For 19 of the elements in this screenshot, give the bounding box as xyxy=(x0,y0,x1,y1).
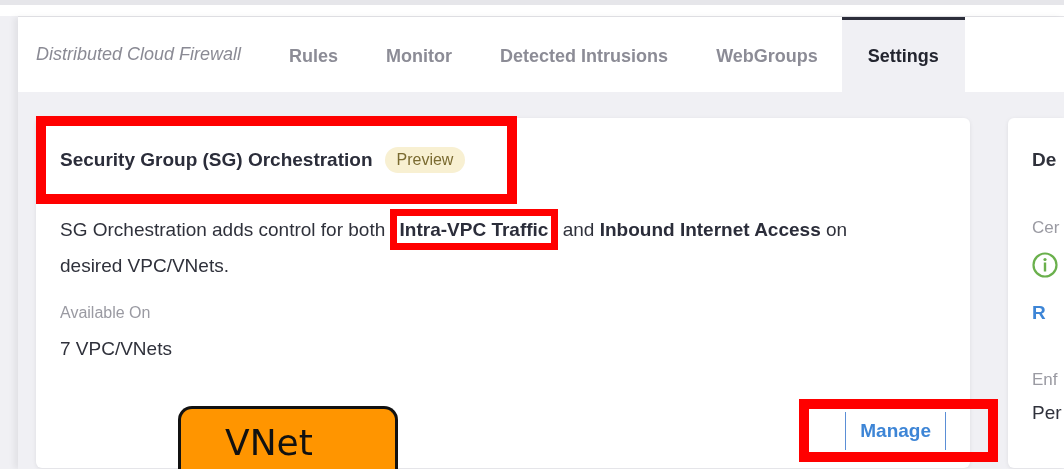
tab[interactable]: Settings xyxy=(841,17,965,92)
field-label: Cer xyxy=(1032,218,1060,238)
description: SG Orchestration adds control for both Intra-VPC Traffic and Inbound Internet Access on desired VPC/VNets. xyxy=(60,212,880,284)
card-title: Security Group (SG) Orchestration xyxy=(60,149,373,171)
tab[interactable]: WebGroups xyxy=(692,17,842,92)
available-label: Available On xyxy=(60,304,152,322)
callout-label: VNet xyxy=(178,406,398,469)
info-icon xyxy=(1032,252,1058,278)
tab[interactable]: Monitor xyxy=(362,17,477,92)
field-value: Per xyxy=(1032,402,1062,424)
tab[interactable]: Rules xyxy=(265,17,363,92)
field-label: Enf xyxy=(1032,370,1058,390)
panel-title: De xyxy=(1032,148,1057,172)
tab[interactable]: Detected Intrusions xyxy=(476,17,693,92)
available-value: 7 VPC/VNets xyxy=(60,338,173,360)
preview-badge: Preview xyxy=(384,147,466,173)
manage-button[interactable]: Manage xyxy=(845,412,946,450)
page-title: Distributed Cloud Firewall xyxy=(35,43,243,66)
link[interactable]: R xyxy=(1032,302,1046,324)
